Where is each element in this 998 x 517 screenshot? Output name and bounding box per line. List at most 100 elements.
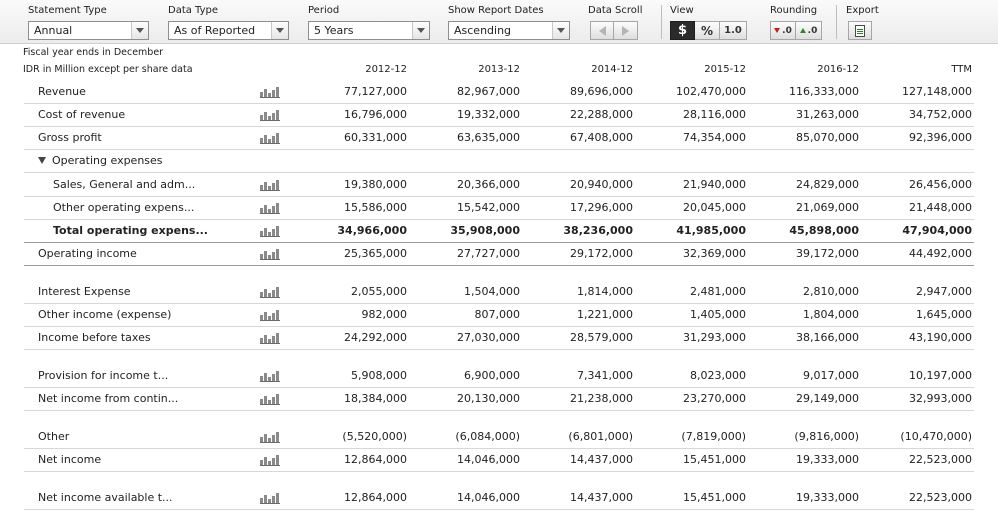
row-value: (6,801,000) xyxy=(568,430,633,443)
bar-chart-icon[interactable] xyxy=(260,371,282,382)
row-label: Net income available t... xyxy=(38,491,173,504)
row-value: 1,221,000 xyxy=(577,308,633,321)
table-row: Gross profit 60,331,000 63,635,000 67,408,0… xyxy=(24,127,974,150)
row-value: 1,405,000 xyxy=(690,308,746,321)
row-value: 24,829,000 xyxy=(796,178,859,191)
row-value: 35,908,000 xyxy=(450,224,520,237)
collapse-triangle-icon[interactable] xyxy=(38,157,46,164)
statement-type-value: Annual xyxy=(34,24,73,37)
row-value: 41,985,000 xyxy=(676,224,746,237)
data-type-value: As of Reported xyxy=(174,24,256,37)
row-value: 24,292,000 xyxy=(344,331,407,344)
bar-chart-icon[interactable] xyxy=(260,249,282,260)
bar-chart-icon[interactable] xyxy=(260,87,282,98)
bar-chart-icon[interactable] xyxy=(260,432,282,443)
row-value: 89,696,000 xyxy=(570,85,633,98)
report-dates-select[interactable]: Ascending xyxy=(448,21,570,40)
section-toggle[interactable]: Operating expenses xyxy=(38,150,163,172)
row-value: 12,864,000 xyxy=(344,491,407,504)
bar-chart-icon[interactable] xyxy=(260,310,282,321)
chevron-down-icon[interactable] xyxy=(412,22,429,39)
arrow-down-icon xyxy=(774,28,781,33)
data-type-select[interactable]: As of Reported xyxy=(168,21,289,40)
row-value: 1,814,000 xyxy=(577,285,633,298)
row-value: 15,451,000 xyxy=(683,453,746,466)
table-row: Sales, General and adm... 19,380,000 20,36… xyxy=(24,174,974,197)
row-label: Operating income xyxy=(38,247,137,260)
row-value: 67,408,000 xyxy=(570,131,633,144)
row-value: 1,645,000 xyxy=(916,308,972,321)
row-value: 14,437,000 xyxy=(570,453,633,466)
statement-type-label: Statement Type xyxy=(28,5,107,16)
row-value: 982,000 xyxy=(361,308,408,321)
row-label: Other income (expense) xyxy=(38,308,172,321)
row-value: (10,470,000) xyxy=(900,430,972,443)
chevron-down-icon[interactable] xyxy=(552,22,569,39)
view-percent-button[interactable]: % xyxy=(695,21,720,40)
bar-chart-icon[interactable] xyxy=(260,333,282,344)
bar-chart-icon[interactable] xyxy=(260,493,282,504)
row-value: 21,940,000 xyxy=(683,178,746,191)
row-value: 60,331,000 xyxy=(344,131,407,144)
row-value: 32,993,000 xyxy=(909,392,972,405)
statement-type-select[interactable]: Annual xyxy=(28,21,149,40)
export-group: Export xyxy=(846,4,886,40)
row-value: 12,864,000 xyxy=(344,453,407,466)
fiscal-year-note: Fiscal year ends in December xyxy=(23,47,164,58)
row-value: 45,898,000 xyxy=(789,224,859,237)
bar-chart-icon[interactable] xyxy=(260,110,282,121)
row-value: 15,586,000 xyxy=(344,201,407,214)
export-button[interactable] xyxy=(848,21,872,40)
bar-chart-icon[interactable] xyxy=(260,203,282,214)
table-row: Cost of revenue 16,796,000 19,332,000 22,28… xyxy=(24,104,974,127)
chevron-down-icon[interactable] xyxy=(131,22,148,39)
bar-chart-icon[interactable] xyxy=(260,394,282,405)
view-dollar-button[interactable]: $ xyxy=(670,21,695,40)
export-label: Export xyxy=(846,5,879,16)
row-value: 38,236,000 xyxy=(563,224,633,237)
period-label: Period xyxy=(308,5,340,16)
table-row: Other operating expens... 15,586,000 15,54… xyxy=(24,197,974,220)
row-label: Other operating expens... xyxy=(53,201,195,214)
row-value: (6,084,000) xyxy=(455,430,520,443)
bar-chart-icon[interactable] xyxy=(260,287,282,298)
rounding-increase-button[interactable]: .0 xyxy=(796,21,822,40)
row-value: 77,127,000 xyxy=(344,85,407,98)
bar-chart-icon[interactable] xyxy=(260,226,282,237)
period-select[interactable]: 5 Years xyxy=(308,21,430,40)
row-label: Other xyxy=(38,430,70,443)
toolbar: Statement Type Annual Data Type As of Re… xyxy=(0,0,998,44)
column-header: 2013-12 xyxy=(478,64,520,75)
view-decimal-button[interactable]: 1.0 xyxy=(720,21,747,40)
bar-chart-icon[interactable] xyxy=(260,455,282,466)
row-value: 15,451,000 xyxy=(683,491,746,504)
toolbar-divider xyxy=(661,5,662,39)
view-label: View xyxy=(670,5,694,16)
rounding-decrease-button[interactable]: .0 xyxy=(770,21,796,40)
chevron-down-icon[interactable] xyxy=(271,22,288,39)
row-value: 21,448,000 xyxy=(909,201,972,214)
row-value: 14,046,000 xyxy=(457,491,520,504)
scroll-right-button[interactable] xyxy=(614,21,638,40)
row-value: 22,288,000 xyxy=(570,108,633,121)
row-value: 31,293,000 xyxy=(683,331,746,344)
row-value: 2,947,000 xyxy=(916,285,972,298)
column-header: 2015-12 xyxy=(704,64,746,75)
data-type-group: Data Type As of Reported xyxy=(168,4,289,40)
bar-chart-icon[interactable] xyxy=(260,133,282,144)
row-value: 15,542,000 xyxy=(457,201,520,214)
data-scroll-group: Data Scroll xyxy=(588,4,650,40)
row-value: 20,366,000 xyxy=(457,178,520,191)
row-value: (5,520,000) xyxy=(342,430,407,443)
column-header: 2014-12 xyxy=(591,64,633,75)
row-label: Revenue xyxy=(38,85,86,98)
data-scroll-label: Data Scroll xyxy=(588,5,643,16)
row-value: (9,816,000) xyxy=(794,430,859,443)
row-value: 1,804,000 xyxy=(803,308,859,321)
bar-chart-icon[interactable] xyxy=(260,180,282,191)
row-value: 34,752,000 xyxy=(909,108,972,121)
row-value: 38,166,000 xyxy=(796,331,859,344)
row-value: 22,523,000 xyxy=(909,453,972,466)
scroll-left-button[interactable] xyxy=(590,21,614,40)
row-value: 102,470,000 xyxy=(676,85,746,98)
